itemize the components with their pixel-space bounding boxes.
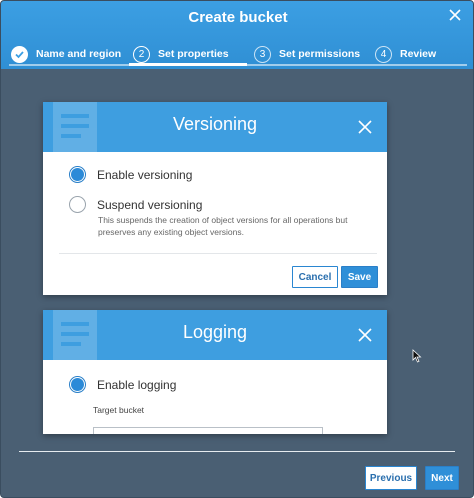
step-number: 2 (133, 45, 150, 63)
logging-card: Logging Enable logging Target bucket (43, 310, 387, 434)
step-label: Name and region (36, 48, 122, 60)
versioning-title: Versioning (172, 114, 258, 134)
option-label: Suspend versioning (97, 197, 203, 212)
suspend-versioning-option[interactable]: Suspend versioning (69, 196, 202, 213)
step-label: Set properties (158, 48, 229, 60)
dialog-title: Create bucket (188, 9, 288, 26)
step-label: Review (400, 48, 437, 60)
option-label: Enable versioning (97, 167, 193, 182)
dialog-header: Create bucket Name and region 2 Set prop… (1, 1, 473, 69)
next-button[interactable]: Next (425, 466, 459, 490)
target-bucket-input[interactable] (93, 427, 323, 434)
mouse-pointer-icon (412, 349, 422, 363)
step-number: 3 (254, 45, 271, 63)
close-icon[interactable] (357, 327, 373, 343)
versioning-card-header: Versioning (43, 102, 387, 152)
step-label: Set permissions (279, 48, 361, 60)
divider (59, 253, 377, 254)
suspend-versioning-description: This suspends the creation of object ver… (98, 215, 348, 237)
close-icon[interactable] (357, 119, 373, 135)
enable-logging-option[interactable]: Enable logging (69, 376, 176, 393)
close-icon[interactable] (447, 7, 463, 23)
radio-selected-icon[interactable] (69, 166, 86, 183)
previous-button[interactable]: Previous (365, 466, 417, 490)
step-set-properties[interactable]: 2 Set properties (133, 43, 229, 65)
radio-selected-icon[interactable] (69, 376, 86, 393)
logging-card-header: Logging (43, 310, 387, 360)
step-review[interactable]: 4 Review (375, 43, 436, 65)
option-label: Enable logging (97, 377, 177, 392)
step-number: 4 (375, 45, 392, 63)
check-icon (11, 45, 28, 63)
enable-versioning-option[interactable]: Enable versioning (69, 166, 192, 183)
versioning-card: Versioning Enable versioning Suspend ver… (43, 102, 387, 295)
save-button[interactable]: Save (341, 266, 378, 288)
logging-title: Logging (182, 322, 248, 342)
create-bucket-dialog: Create bucket Name and region 2 Set prop… (0, 0, 474, 498)
step-set-permissions[interactable]: 3 Set permissions (254, 43, 360, 65)
step-name-and-region[interactable]: Name and region (11, 43, 121, 65)
active-step-indicator (129, 63, 247, 66)
footer-divider (19, 451, 455, 452)
radio-unselected-icon[interactable] (69, 196, 86, 213)
wizard-steps: Name and region 2 Set properties 3 Set p… (1, 43, 473, 65)
target-bucket-label: Target bucket (93, 405, 145, 415)
cancel-button[interactable]: Cancel (292, 266, 338, 288)
